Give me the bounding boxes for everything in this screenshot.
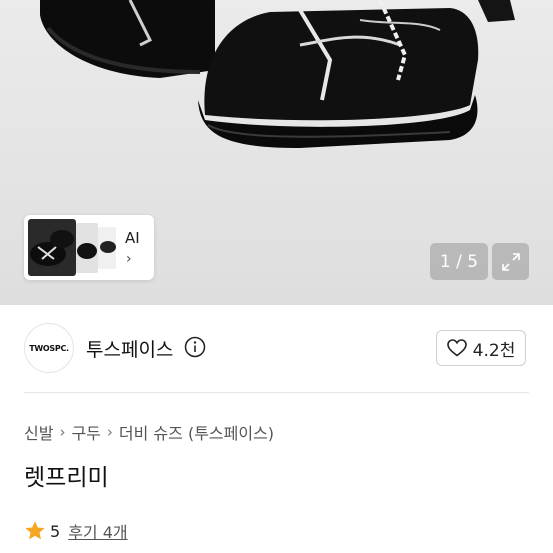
expand-icon — [501, 252, 520, 271]
star-icon — [25, 521, 45, 540]
seller-row[interactable]: TWOSPC. 투스페이스 4.2천 — [0, 305, 553, 392]
heart-icon — [446, 339, 467, 357]
thumbnail-image — [76, 223, 98, 273]
rating-row: 5 후기 4개 — [24, 519, 128, 543]
seller-logo[interactable]: TWOSPC. — [24, 323, 74, 373]
ai-thumbnail-card[interactable]: AI › — [24, 215, 154, 280]
ai-label: AI — [125, 229, 140, 247]
divider — [24, 392, 529, 393]
like-button[interactable]: 4.2천 — [436, 330, 526, 366]
chevron-right-icon: › — [126, 251, 132, 267]
breadcrumb: 신발 › 구두 › 더비 슈즈 (투스페이스) — [24, 420, 274, 444]
reviews-link[interactable]: 후기 4개 — [68, 519, 127, 543]
breadcrumb-item[interactable]: 신발 — [24, 420, 53, 444]
thumbnail-image — [28, 219, 76, 276]
info-icon[interactable] — [184, 336, 206, 358]
thumbnail-image — [98, 227, 116, 269]
seller-name[interactable]: 투스페이스 — [86, 335, 173, 362]
product-image-gallery[interactable]: AI › 1 / 5 — [0, 0, 553, 305]
expand-button[interactable] — [492, 243, 529, 280]
rating-value: 5 — [50, 521, 61, 541]
breadcrumb-item[interactable]: 더비 슈즈 (투스페이스) — [119, 420, 274, 444]
like-count: 4.2천 — [472, 340, 516, 361]
breadcrumb-item[interactable]: 구두 — [71, 420, 100, 444]
chevron-right-icon: › — [106, 423, 113, 441]
chevron-right-icon: › — [59, 423, 66, 441]
product-title: 렛프리미 — [24, 465, 109, 491]
image-counter: 1 / 5 — [430, 243, 488, 280]
